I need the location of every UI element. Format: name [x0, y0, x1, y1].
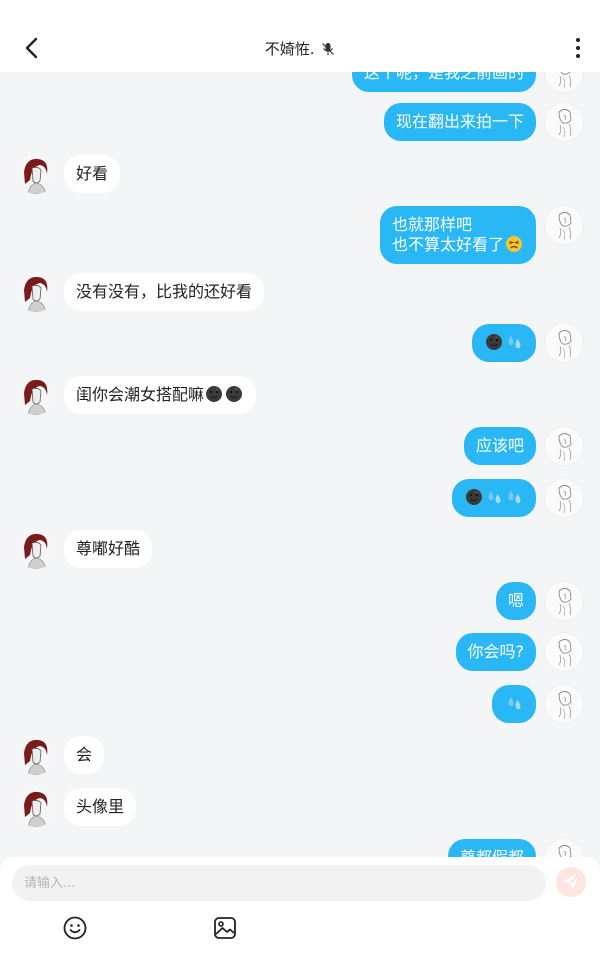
message-list[interactable]: 这个呢，是我之前画的现在翻出来拍一下好看也就那样吧 也不算太好看了没有没有，比我的…: [0, 72, 600, 857]
my-avatar[interactable]: [544, 838, 584, 857]
outgoing-message: 应该吧: [0, 426, 600, 466]
message-text: 会: [76, 745, 93, 764]
message-text: 你会吗?: [467, 642, 525, 661]
message-bubble[interactable]: 闺你会潮女搭配嘛: [64, 376, 257, 414]
contact-avatar[interactable]: [16, 154, 56, 194]
message-text: 现在翻出来拍一下: [395, 112, 524, 131]
my-avatar[interactable]: [544, 102, 584, 142]
message-text: 嗯: [507, 591, 524, 610]
message-text: 也不算太好看了: [391, 235, 504, 254]
contact-avatar[interactable]: [16, 375, 56, 415]
my-avatar[interactable]: [544, 426, 584, 466]
image-icon[interactable]: [212, 915, 238, 941]
composer-bar: [0, 857, 600, 960]
incoming-message: 头像里: [0, 787, 600, 827]
incoming-message: 尊嘟好酷: [0, 529, 600, 569]
message-text: 头像里: [76, 797, 125, 816]
contact-name: 不婍恠.: [264, 40, 315, 58]
message-bubble[interactable]: [452, 479, 536, 517]
message-text: 应该吧: [475, 436, 524, 455]
contact-avatar[interactable]: [16, 272, 56, 312]
emoji-icon[interactable]: [62, 915, 88, 941]
dark-moon-icon: [486, 334, 502, 350]
message-bubble[interactable]: 尊都假都: [447, 839, 536, 857]
my-avatar[interactable]: [544, 581, 584, 621]
sweat-droplets-icon: [508, 336, 521, 349]
sweat-droplets-icon: [488, 491, 501, 504]
send-icon[interactable]: [556, 867, 586, 897]
message-text: 尊嘟好酷: [76, 539, 141, 558]
message-text: 闺你会潮女搭配嘛: [76, 385, 205, 404]
message-text: 好看: [76, 164, 109, 183]
outgoing-message: [0, 323, 600, 363]
sweat-droplets-icon: [508, 491, 521, 504]
message-bubble[interactable]: 头像里: [64, 788, 137, 826]
message-bubble[interactable]: 好看: [64, 155, 121, 193]
my-avatar[interactable]: [544, 632, 584, 672]
outgoing-message: 现在翻出来拍一下: [0, 102, 600, 142]
message-bubble[interactable]: 现在翻出来拍一下: [383, 103, 536, 141]
outgoing-message: 嗯: [0, 581, 600, 621]
message-bubble[interactable]: 嗯: [495, 582, 536, 620]
my-avatar[interactable]: [544, 323, 584, 363]
outgoing-message: 你会吗?: [0, 632, 600, 672]
dark-moon-icon: [226, 386, 243, 402]
incoming-message: 好看: [0, 154, 600, 194]
message-bubble[interactable]: 也就那样吧 也不算太好看了: [379, 206, 536, 264]
persevering-face-icon: [506, 236, 522, 252]
contact-avatar[interactable]: [16, 735, 56, 775]
sweat-droplets-icon: [508, 697, 521, 710]
outgoing-message: [0, 478, 600, 518]
message-bubble[interactable]: 这个呢，是我之前画的: [351, 72, 536, 92]
message-bubble[interactable]: [492, 685, 536, 723]
my-avatar[interactable]: [544, 205, 584, 245]
dark-moon-icon: [206, 386, 223, 402]
mic-muted-icon: [322, 43, 335, 55]
chat-header: 不婍恠.: [0, 0, 600, 72]
message-bubble[interactable]: 没有没有，比我的还好看: [64, 273, 265, 311]
outgoing-message: [0, 684, 600, 724]
message-text: 也就那样吧: [391, 215, 472, 234]
my-avatar[interactable]: [544, 478, 584, 518]
message-bubble[interactable]: [472, 324, 536, 362]
chat-title: 不婍恠.: [0, 38, 600, 59]
outgoing-message: 尊都假都: [0, 838, 600, 857]
incoming-message: 没有没有，比我的还好看: [0, 272, 600, 312]
message-bubble[interactable]: 应该吧: [463, 427, 536, 465]
message-bubble[interactable]: 会: [64, 736, 105, 774]
outgoing-message: 也就那样吧 也不算太好看了: [0, 205, 600, 264]
outgoing-message: 这个呢，是我之前画的: [0, 72, 600, 93]
my-avatar[interactable]: [544, 72, 584, 93]
message-bubble[interactable]: 尊嘟好酷: [64, 530, 153, 568]
incoming-message: 闺你会潮女搭配嘛: [0, 375, 600, 415]
message-text: 没有没有，比我的还好看: [76, 282, 253, 301]
message-text: 尊都假都: [460, 848, 524, 857]
contact-avatar[interactable]: [16, 529, 56, 569]
incoming-message: 会: [0, 735, 600, 775]
my-avatar[interactable]: [544, 684, 584, 724]
message-text: 这个呢，是我之前画的: [363, 72, 524, 82]
more-options-icon[interactable]: [570, 36, 586, 60]
message-input[interactable]: [12, 865, 546, 901]
contact-avatar[interactable]: [16, 787, 56, 827]
dark-moon-icon: [466, 489, 482, 505]
message-bubble[interactable]: 你会吗?: [455, 633, 536, 671]
